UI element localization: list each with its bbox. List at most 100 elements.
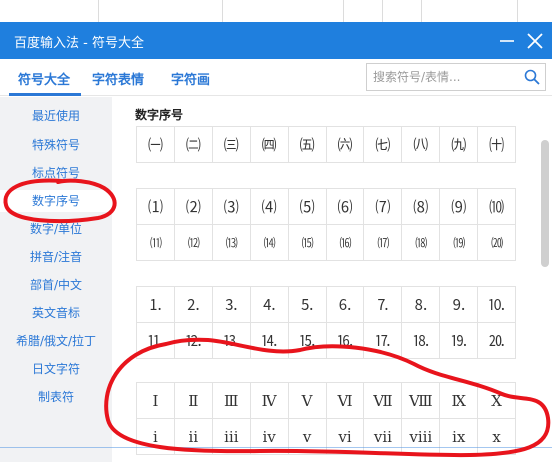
- search-input[interactable]: [373, 67, 518, 87]
- sidebar-item-numbers-units[interactable]: 数字/单位: [0, 218, 112, 240]
- symbol-cell[interactable]: ⑼: [440, 189, 479, 225]
- symbol-cell[interactable]: ⅵ: [326, 419, 365, 455]
- symbol-cell[interactable]: Ⅵ: [326, 383, 365, 419]
- sidebar-item-box-drawing[interactable]: 制表符: [0, 386, 112, 408]
- symbol-cell[interactable]: ⒁: [250, 225, 289, 261]
- symbol-cell[interactable]: Ⅰ: [137, 383, 175, 419]
- symbol-cell[interactable]: ⅱ: [174, 419, 213, 455]
- sidebar-item-radicals[interactable]: 部首/中文: [0, 274, 112, 296]
- symbol-cell[interactable]: Ⅲ: [212, 383, 251, 419]
- scrollbar-thumb[interactable]: [541, 140, 549, 267]
- symbol-grid-roman-numerals: ⅠⅡⅢⅣⅤⅥⅦⅧⅨⅩⅰⅱⅲⅳⅴⅵⅶⅷⅸⅹ: [136, 382, 517, 455]
- symbol-cell[interactable]: Ⅴ: [288, 383, 327, 419]
- sidebar-item-pinyin[interactable]: 拼音/注音: [0, 246, 112, 268]
- symbol-cell[interactable]: ⑾: [137, 225, 175, 261]
- symbol-cell[interactable]: ⒔: [212, 323, 251, 359]
- symbol-cell[interactable]: ⒐: [440, 287, 479, 323]
- symbol-cell[interactable]: ⑹: [326, 189, 365, 225]
- symbol-cell[interactable]: ⒏: [402, 287, 441, 323]
- symbol-cell[interactable]: ⑻: [402, 189, 441, 225]
- symbol-cell[interactable]: ⒌: [288, 287, 327, 323]
- symbol-cell[interactable]: ㈨: [440, 127, 479, 163]
- symbol-cell[interactable]: ㈠: [137, 127, 175, 163]
- symbol-cell[interactable]: Ⅸ: [440, 383, 479, 419]
- minimize-icon[interactable]: [495, 29, 519, 53]
- symbol-cell[interactable]: ⒊: [212, 287, 251, 323]
- symbol-cell[interactable]: ⒛: [478, 323, 517, 359]
- symbol-cell[interactable]: ⒋: [250, 287, 289, 323]
- symbol-cell[interactable]: ㈦: [364, 127, 403, 163]
- symbol-row: ⅰⅱⅲⅳⅴⅵⅶⅷⅸⅹ: [137, 419, 517, 455]
- symbol-cell[interactable]: ⅹ: [478, 419, 517, 455]
- section-title: 数字序号: [135, 108, 184, 122]
- symbol-cell[interactable]: ⒈: [137, 287, 175, 323]
- symbol-row: ⑴⑵⑶⑷⑸⑹⑺⑻⑼⑽: [137, 189, 517, 225]
- symbol-cell[interactable]: ⒅: [402, 225, 441, 261]
- symbol-row: ⒒⒓⒔⒕⒖⒗⒘⒙⒚⒛: [137, 323, 517, 359]
- symbol-cell[interactable]: ⒃: [326, 225, 365, 261]
- symbol-cell[interactable]: ⒒: [137, 323, 175, 359]
- symbol-cell[interactable]: ⅴ: [288, 419, 327, 455]
- symbol-cell[interactable]: ㈡: [174, 127, 213, 163]
- window-title: 百度输入法 - 符号大全: [14, 36, 144, 51]
- symbol-cell[interactable]: ⑵: [174, 189, 213, 225]
- tab-text-art[interactable]: 字符画: [171, 69, 210, 88]
- sidebar-item-special[interactable]: 特殊符号: [0, 134, 112, 156]
- sidebar-item-number-sequence[interactable]: 数字序号: [0, 190, 112, 212]
- symbol-grid-numbers-with-period: ⒈⒉⒊⒋⒌⒍⒎⒏⒐⒑⒒⒓⒔⒕⒖⒗⒘⒙⒚⒛: [136, 286, 517, 359]
- symbol-cell[interactable]: ⒄: [364, 225, 403, 261]
- symbol-cell[interactable]: ⒖: [288, 323, 327, 359]
- symbol-row: ⑾⑿⒀⒁⒂⒃⒄⒅⒆⒇: [137, 225, 517, 261]
- tab-text-emoticons[interactable]: 字符表情: [92, 69, 144, 88]
- symbol-cell[interactable]: ⒍: [326, 287, 365, 323]
- symbol-cell[interactable]: ⒉: [174, 287, 213, 323]
- symbol-cell[interactable]: Ⅹ: [478, 383, 517, 419]
- symbol-cell[interactable]: ⒂: [288, 225, 327, 261]
- symbol-cell[interactable]: ⑿: [174, 225, 213, 261]
- sidebar-item-phonetics[interactable]: 英文音标: [0, 302, 112, 324]
- symbol-row: ㈠㈡㈢㈣㈤㈥㈦㈧㈨㈩: [137, 127, 517, 163]
- symbol-cell[interactable]: ⅲ: [212, 419, 251, 455]
- symbol-cell[interactable]: ⑽: [478, 189, 517, 225]
- symbol-cell[interactable]: Ⅱ: [174, 383, 213, 419]
- symbol-cell[interactable]: ⑷: [250, 189, 289, 225]
- symbol-cell[interactable]: ㈥: [326, 127, 365, 163]
- symbol-cell[interactable]: ㈤: [288, 127, 327, 163]
- sidebar-item-recent[interactable]: 最近使用: [0, 105, 112, 127]
- tab-symbols[interactable]: 符号大全: [18, 69, 70, 88]
- close-icon[interactable]: [523, 29, 547, 53]
- symbol-cell[interactable]: ⅷ: [402, 419, 441, 455]
- symbol-cell[interactable]: ⑶: [212, 189, 251, 225]
- symbol-cell[interactable]: ⑴: [137, 189, 175, 225]
- sidebar-item-japanese[interactable]: 日文字符: [0, 358, 112, 380]
- symbol-cell[interactable]: ⒆: [440, 225, 479, 261]
- symbol-cell[interactable]: ⒚: [440, 323, 479, 359]
- symbol-cell[interactable]: ㈢: [212, 127, 251, 163]
- symbol-cell[interactable]: ⅳ: [250, 419, 289, 455]
- symbol-cell[interactable]: ⒇: [478, 225, 517, 261]
- symbol-cell[interactable]: ⒗: [326, 323, 365, 359]
- symbol-cell[interactable]: Ⅶ: [364, 383, 403, 419]
- symbol-cell[interactable]: ⅸ: [440, 419, 479, 455]
- symbol-cell[interactable]: ⅰ: [137, 419, 175, 455]
- symbol-cell[interactable]: ⒑: [478, 287, 517, 323]
- symbol-cell[interactable]: ㈧: [402, 127, 441, 163]
- symbol-cell[interactable]: ⅶ: [364, 419, 403, 455]
- symbol-cell[interactable]: Ⅳ: [250, 383, 289, 419]
- bottom-divider: [0, 447, 552, 448]
- sidebar-item-greek-russian-latin[interactable]: 希腊/俄文/拉丁: [0, 330, 112, 352]
- symbol-cell[interactable]: ⑸: [288, 189, 327, 225]
- symbol-cell[interactable]: ⒎: [364, 287, 403, 323]
- search-icon[interactable]: [523, 68, 541, 86]
- symbol-cell[interactable]: ⒙: [402, 323, 441, 359]
- symbol-cell[interactable]: ⒕: [250, 323, 289, 359]
- background-window-strip: [0, 0, 552, 22]
- symbol-cell[interactable]: ⒓: [174, 323, 213, 359]
- symbol-cell[interactable]: ⒘: [364, 323, 403, 359]
- symbol-cell[interactable]: Ⅷ: [402, 383, 441, 419]
- symbol-cell[interactable]: ⑺: [364, 189, 403, 225]
- symbol-cell[interactable]: ⒀: [212, 225, 251, 261]
- sidebar-item-punctuation[interactable]: 标点符号: [0, 162, 112, 184]
- symbol-cell[interactable]: ㈩: [478, 127, 517, 163]
- symbol-cell[interactable]: ㈣: [250, 127, 289, 163]
